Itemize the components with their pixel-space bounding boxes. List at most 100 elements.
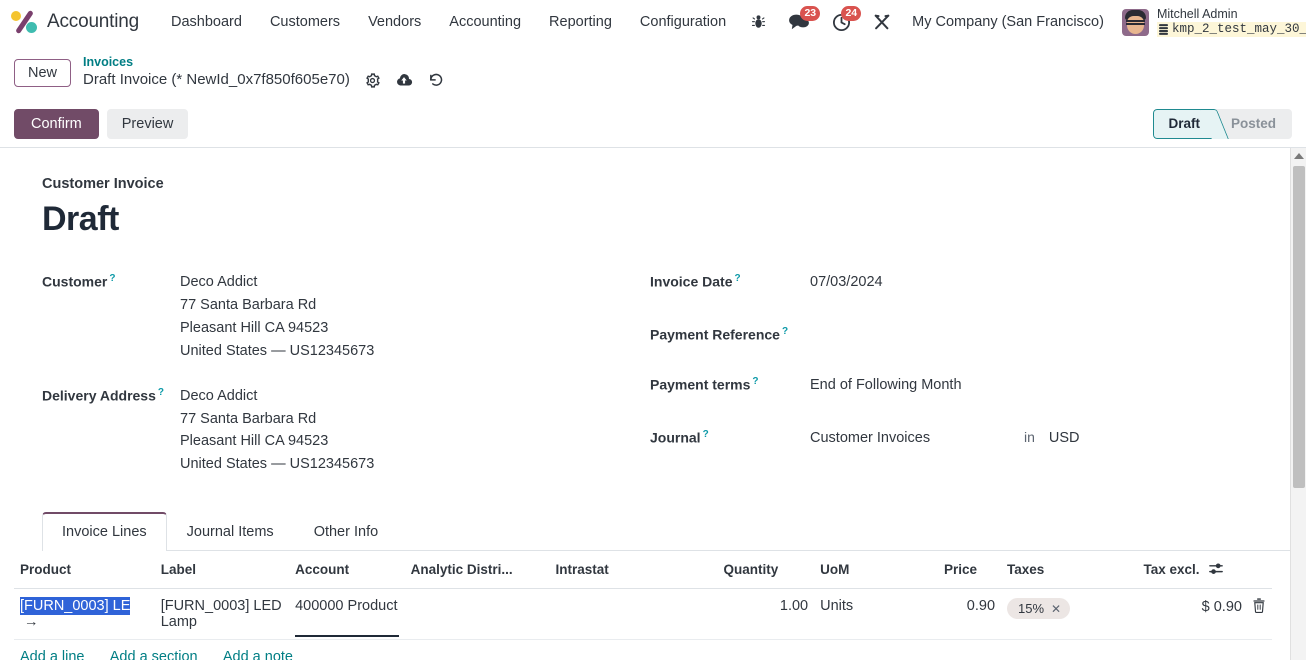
top-navbar: Accounting Dashboard Customers Vendors A… xyxy=(0,0,1306,45)
scrollbar-thumb[interactable] xyxy=(1293,166,1305,488)
field-journal-value[interactable]: Customer Invoices xyxy=(810,427,1010,450)
cell-tax-excl: $ 0.90 xyxy=(1137,588,1272,641)
menu-item-accounting[interactable]: Accounting xyxy=(435,8,535,36)
database-name: kmp_2_test_may_30_pos xyxy=(1156,22,1306,37)
help-icon[interactable]: ? xyxy=(109,273,115,284)
cell-account-text: 400000 Product xyxy=(295,598,398,615)
tab-invoice-lines[interactable]: Invoice Lines xyxy=(42,512,167,552)
field-payment-reference: Payment Reference? xyxy=(650,324,1258,343)
cell-quantity[interactable]: 1.00 xyxy=(717,588,815,641)
bug-icon[interactable] xyxy=(740,10,777,34)
delivery-street: 77 Santa Barbara Rd xyxy=(180,410,317,427)
avatar xyxy=(1121,8,1149,36)
field-payment-terms: Payment terms? End of Following Month xyxy=(650,374,1258,397)
cell-taxes[interactable]: 15% ✕ xyxy=(1001,588,1138,641)
field-journal-label: Journal? xyxy=(650,429,709,447)
status-draft[interactable]: Draft xyxy=(1153,108,1215,139)
cell-product[interactable]: [FURN_0003] LE → xyxy=(14,588,155,641)
document-subtitle: Customer Invoice xyxy=(42,176,164,192)
add-a-note-link[interactable]: Add a note xyxy=(223,649,293,660)
tab-other-info[interactable]: Other Info xyxy=(294,512,398,551)
menu-item-reporting[interactable]: Reporting xyxy=(535,8,626,36)
cell-account[interactable]: 400000 Product xyxy=(289,588,405,641)
wrench-icon[interactable] xyxy=(862,9,902,35)
column-options-icon[interactable] xyxy=(1203,562,1224,577)
new-button[interactable]: New xyxy=(14,58,72,87)
help-icon[interactable]: ? xyxy=(782,326,788,337)
preview-button[interactable]: Preview xyxy=(106,108,189,139)
messages-count-badge: 23 xyxy=(800,6,821,21)
cell-intrastat[interactable] xyxy=(549,588,718,641)
main-menu: Dashboard Customers Vendors Accounting R… xyxy=(157,8,740,36)
cell-price[interactable]: 0.90 xyxy=(938,588,1002,641)
add-a-line-link[interactable]: Add a line xyxy=(20,649,85,660)
col-quantity[interactable]: Quantity xyxy=(717,551,815,590)
col-taxes[interactable]: Taxes xyxy=(1001,551,1138,590)
add-a-section-link[interactable]: Add a section xyxy=(110,649,198,660)
gear-icon[interactable] xyxy=(365,73,380,88)
col-tax-excl[interactable]: Tax excl. xyxy=(1137,551,1272,590)
cell-label[interactable]: [FURN_0003] LED Lamp xyxy=(154,588,290,641)
col-tax-excl-label: Tax excl. xyxy=(1143,562,1200,578)
col-label[interactable]: Label xyxy=(154,551,290,590)
cloud-upload-icon[interactable] xyxy=(395,73,413,88)
journal-currency-separator: in xyxy=(1024,429,1035,446)
account-field-underline xyxy=(295,635,399,638)
field-payment-terms-value[interactable]: End of Following Month xyxy=(810,374,962,397)
activities-icon[interactable]: 24 xyxy=(821,5,862,36)
tax-tag-label: 15% xyxy=(1018,601,1045,617)
field-journal: Journal? Customer Invoices in USD xyxy=(650,427,1258,450)
col-account[interactable]: Account xyxy=(289,551,405,590)
tab-journal-items[interactable]: Journal Items xyxy=(167,512,294,551)
menu-item-vendors[interactable]: Vendors xyxy=(354,8,435,36)
field-currency-value[interactable]: USD xyxy=(1049,427,1080,450)
menu-item-dashboard[interactable]: Dashboard xyxy=(157,8,256,36)
user-menu[interactable]: Mitchell Admin kmp_2_test_may_30_pos xyxy=(1114,5,1306,39)
field-customer-value[interactable]: Deco Addict 77 Santa Barbara Rd Pleasant… xyxy=(180,271,374,363)
undo-icon[interactable] xyxy=(428,72,444,88)
field-payment-reference-label: Payment Reference? xyxy=(650,325,789,343)
menu-item-configuration[interactable]: Configuration xyxy=(626,8,740,36)
help-icon[interactable]: ? xyxy=(734,273,740,284)
tax-tag[interactable]: 15% ✕ xyxy=(1007,598,1071,620)
menu-item-customers[interactable]: Customers xyxy=(256,8,354,36)
help-icon[interactable]: ? xyxy=(752,376,758,387)
col-intrastat[interactable]: Intrastat xyxy=(549,551,718,590)
breadcrumb: Invoices Draft Invoice (* NewId_0x7f850f… xyxy=(83,55,444,89)
app-name: Accounting xyxy=(47,11,140,32)
brand-block[interactable]: Accounting xyxy=(10,9,139,35)
close-icon[interactable]: ✕ xyxy=(1051,602,1061,616)
cell-uom[interactable]: Units xyxy=(814,588,939,641)
action-bar: Confirm Preview Draft Posted xyxy=(0,100,1306,148)
field-delivery-address-label: Delivery Address? xyxy=(42,386,164,404)
help-icon[interactable]: ? xyxy=(703,429,709,440)
field-invoice-date-value[interactable]: 07/03/2024 xyxy=(810,271,883,294)
navbar-right: 23 24 My Company (San Francisco) Mitchel… xyxy=(740,5,1306,39)
cell-tax-excl-text: $ 0.90 xyxy=(1201,599,1242,616)
vertical-scrollbar[interactable] xyxy=(1290,148,1306,660)
add-row: Add a line Add a section Add a note xyxy=(14,639,1272,660)
form-left-column: Customer? Deco Addict 77 Santa Barbara R… xyxy=(42,271,650,482)
invoice-lines-table: Product Label Account Analytic Distri...… xyxy=(0,551,1290,660)
help-icon[interactable]: ? xyxy=(158,387,164,398)
invoice-sheet: Customer Invoice Draft Customer? Deco Ad… xyxy=(0,148,1290,660)
arrow-right-icon: → xyxy=(24,614,39,631)
col-uom[interactable]: UoM xyxy=(814,551,939,590)
col-price[interactable]: Price xyxy=(938,551,1002,590)
col-product[interactable]: Product xyxy=(14,551,155,590)
breadcrumb-parent-invoices[interactable]: Invoices xyxy=(83,55,444,71)
field-delivery-address-value[interactable]: Deco Addict 77 Santa Barbara Rd Pleasant… xyxy=(180,385,374,477)
customer-street: 77 Santa Barbara Rd xyxy=(180,296,317,313)
trash-icon[interactable] xyxy=(1246,598,1266,615)
cell-analytic-distribution[interactable] xyxy=(404,588,550,641)
product-selected-text: [FURN_0003] LE xyxy=(20,597,131,616)
database-icon xyxy=(1158,24,1168,35)
scroll-up-arrow-icon[interactable] xyxy=(1291,148,1306,164)
confirm-button[interactable]: Confirm xyxy=(14,108,99,139)
col-analytic-distribution[interactable]: Analytic Distri... xyxy=(404,551,550,590)
messages-icon[interactable]: 23 xyxy=(777,6,821,35)
form-columns: Customer? Deco Addict 77 Santa Barbara R… xyxy=(42,271,1258,482)
table-row[interactable]: [FURN_0003] LE → [FURN_0003] LED Lamp 40… xyxy=(14,588,1272,641)
company-selector[interactable]: My Company (San Francisco) xyxy=(902,8,1114,36)
user-name: Mitchell Admin xyxy=(1156,7,1238,21)
